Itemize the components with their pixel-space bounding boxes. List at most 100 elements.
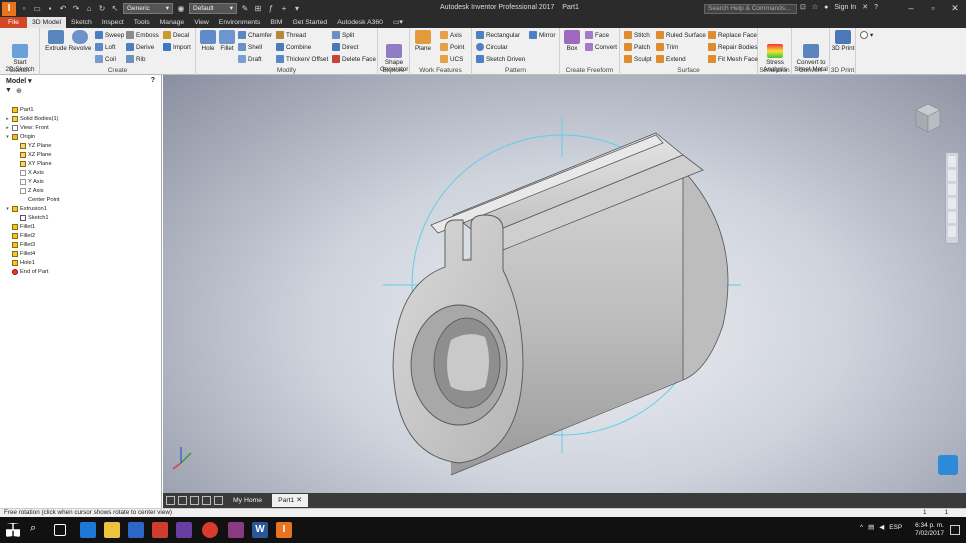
- tree-node-center-point[interactable]: Center Point: [20, 197, 60, 203]
- ribbon-extra-button[interactable]: ▾: [860, 31, 873, 39]
- pan-icon[interactable]: [948, 170, 956, 181]
- graphics-viewport[interactable]: [163, 75, 966, 493]
- tree-node-view-front[interactable]: ▸ View: Front: [5, 125, 49, 131]
- maximize-icon[interactable]: ▫: [922, 0, 944, 17]
- tab-a360[interactable]: Autodesk A360: [332, 17, 388, 28]
- delete-face-button[interactable]: Delete Face: [332, 55, 376, 63]
- rectangular-button[interactable]: Rectangular: [476, 31, 520, 39]
- rib-button[interactable]: Rib: [126, 55, 145, 63]
- sign-in-button[interactable]: Sign In: [834, 4, 856, 11]
- tab-inspect[interactable]: Inspect: [97, 17, 129, 28]
- close-icon[interactable]: ✕: [944, 0, 966, 17]
- loft-button[interactable]: Loft: [95, 43, 116, 51]
- tab-view[interactable]: View: [189, 17, 214, 28]
- tile-icon[interactable]: [166, 496, 175, 505]
- tab-part1[interactable]: Part1 ✕: [272, 494, 308, 507]
- select-icon[interactable]: ↖: [110, 4, 120, 14]
- chamfer-button[interactable]: Chamfer: [238, 31, 272, 39]
- tree-node-fillet3[interactable]: Fillet3: [12, 242, 35, 248]
- minimize-icon[interactable]: –: [900, 0, 922, 17]
- volume-icon[interactable]: ◀: [879, 523, 884, 531]
- nav-options-icon[interactable]: [948, 226, 956, 237]
- close-tab-icon[interactable]: ✕: [296, 497, 302, 504]
- coil-button[interactable]: Coil: [95, 55, 116, 63]
- tree-node-solid-bodies[interactable]: ▸ Solid Bodies(1): [5, 116, 59, 122]
- home-icon[interactable]: ⌂: [84, 4, 94, 14]
- tree-node-xz-plane[interactable]: XZ Plane: [20, 152, 51, 158]
- draft-button[interactable]: Draft: [238, 55, 262, 63]
- redo-icon[interactable]: ↷: [71, 4, 81, 14]
- expand-icon[interactable]: ▸: [5, 116, 10, 122]
- thread-button[interactable]: Thread: [276, 31, 306, 39]
- sketch-driven-button[interactable]: Sketch Driven: [476, 55, 525, 63]
- derive-button[interactable]: Derive: [126, 43, 154, 51]
- tree-node-z-axis[interactable]: Z Axis: [20, 188, 44, 194]
- direct-button[interactable]: Direct: [332, 43, 358, 51]
- revolve-button[interactable]: Revolve: [68, 30, 92, 52]
- steering-wheel-icon[interactable]: [948, 156, 956, 167]
- tree-node-fillet2[interactable]: Fillet2: [12, 233, 35, 239]
- sculpt-button[interactable]: Sculpt: [624, 55, 652, 63]
- tree-node-end-of-part[interactable]: End of Part: [12, 269, 48, 275]
- box-button[interactable]: Box: [562, 30, 582, 52]
- help-icon[interactable]: ?: [874, 4, 878, 11]
- plane-button[interactable]: Plane: [413, 30, 433, 52]
- 3d-print-button[interactable]: 3D Print: [831, 30, 855, 52]
- file-explorer-icon[interactable]: [104, 522, 120, 538]
- tree-node-origin[interactable]: ▾ Origin: [5, 134, 35, 140]
- tree-node-extrusion1[interactable]: ▾ Extrusion1: [5, 206, 47, 212]
- star-icon[interactable]: ☆: [812, 3, 818, 11]
- tree-node-sketch1[interactable]: Sketch1: [20, 215, 49, 221]
- hole-button[interactable]: Hole: [199, 30, 217, 52]
- network-icon[interactable]: ▤: [868, 523, 874, 531]
- circular-button[interactable]: Circular: [476, 43, 508, 51]
- ruled-surface-button[interactable]: Ruled Surface: [656, 31, 706, 39]
- orbit-icon[interactable]: [948, 198, 956, 209]
- tab-get-started[interactable]: Get Started: [287, 17, 332, 28]
- user-icon[interactable]: ●: [824, 4, 828, 11]
- inventor-taskbar-icon[interactable]: I: [276, 522, 292, 538]
- tree-node-hole1[interactable]: Hole1: [12, 260, 35, 266]
- tree-node-xy-plane[interactable]: XY Plane: [20, 161, 52, 167]
- import-button[interactable]: Import: [163, 43, 191, 51]
- zoom-icon[interactable]: [948, 184, 956, 195]
- thicken-offset-button[interactable]: Thicken/ Offset: [276, 55, 328, 63]
- tab-manage[interactable]: Manage: [155, 17, 190, 28]
- filter-icon[interactable]: ▼: [5, 87, 12, 96]
- look-at-icon[interactable]: [948, 212, 956, 223]
- inventor-logo-icon[interactable]: I: [2, 1, 16, 16]
- tree-node-part1[interactable]: Part1: [5, 107, 34, 113]
- tree-node-fillet1[interactable]: Fillet1: [12, 224, 35, 230]
- word-icon[interactable]: W: [252, 522, 268, 538]
- arrange-icon[interactable]: [190, 496, 199, 505]
- material-select[interactable]: Generic ▾: [123, 3, 173, 14]
- cascade-icon[interactable]: [178, 496, 187, 505]
- windows-start-icon[interactable]: [6, 523, 20, 537]
- extrude-button[interactable]: Extrude: [45, 30, 67, 52]
- shell-button[interactable]: Shell: [238, 43, 262, 51]
- appearance-select[interactable]: Default ▾: [189, 3, 237, 14]
- chevron-up-icon[interactable]: ^: [860, 524, 863, 531]
- tab-bim[interactable]: BIM: [265, 17, 287, 28]
- ribbon-options-icon[interactable]: ▭▾: [388, 17, 408, 28]
- replace-face-button[interactable]: Replace Face: [708, 31, 757, 39]
- tree-node-yz-plane[interactable]: YZ Plane: [20, 143, 51, 149]
- browser-title-dropdown[interactable]: Model ▾: [6, 77, 32, 85]
- collapse-icon[interactable]: ▾: [5, 206, 10, 212]
- ucs-button[interactable]: UCS: [440, 55, 463, 63]
- tree-node-x-axis[interactable]: X Axis: [20, 170, 44, 176]
- repair-bodies-button[interactable]: Repair Bodies: [708, 43, 758, 51]
- onenote-icon[interactable]: [176, 522, 192, 538]
- update-icon[interactable]: ↻: [97, 4, 107, 14]
- split-view-icon[interactable]: [202, 496, 211, 505]
- fit-mesh-face-button[interactable]: Fit Mesh Face: [708, 55, 758, 63]
- view-cube[interactable]: [912, 100, 944, 138]
- stitch-button[interactable]: Stitch: [624, 31, 650, 39]
- edge-icon[interactable]: [80, 522, 96, 538]
- task-view-icon[interactable]: [54, 524, 66, 536]
- cylinder-body[interactable]: [392, 132, 729, 476]
- media-icon[interactable]: [152, 522, 168, 538]
- chrome-icon[interactable]: [202, 522, 218, 538]
- tab-file[interactable]: File: [0, 17, 27, 28]
- open-icon[interactable]: ▭: [32, 4, 42, 14]
